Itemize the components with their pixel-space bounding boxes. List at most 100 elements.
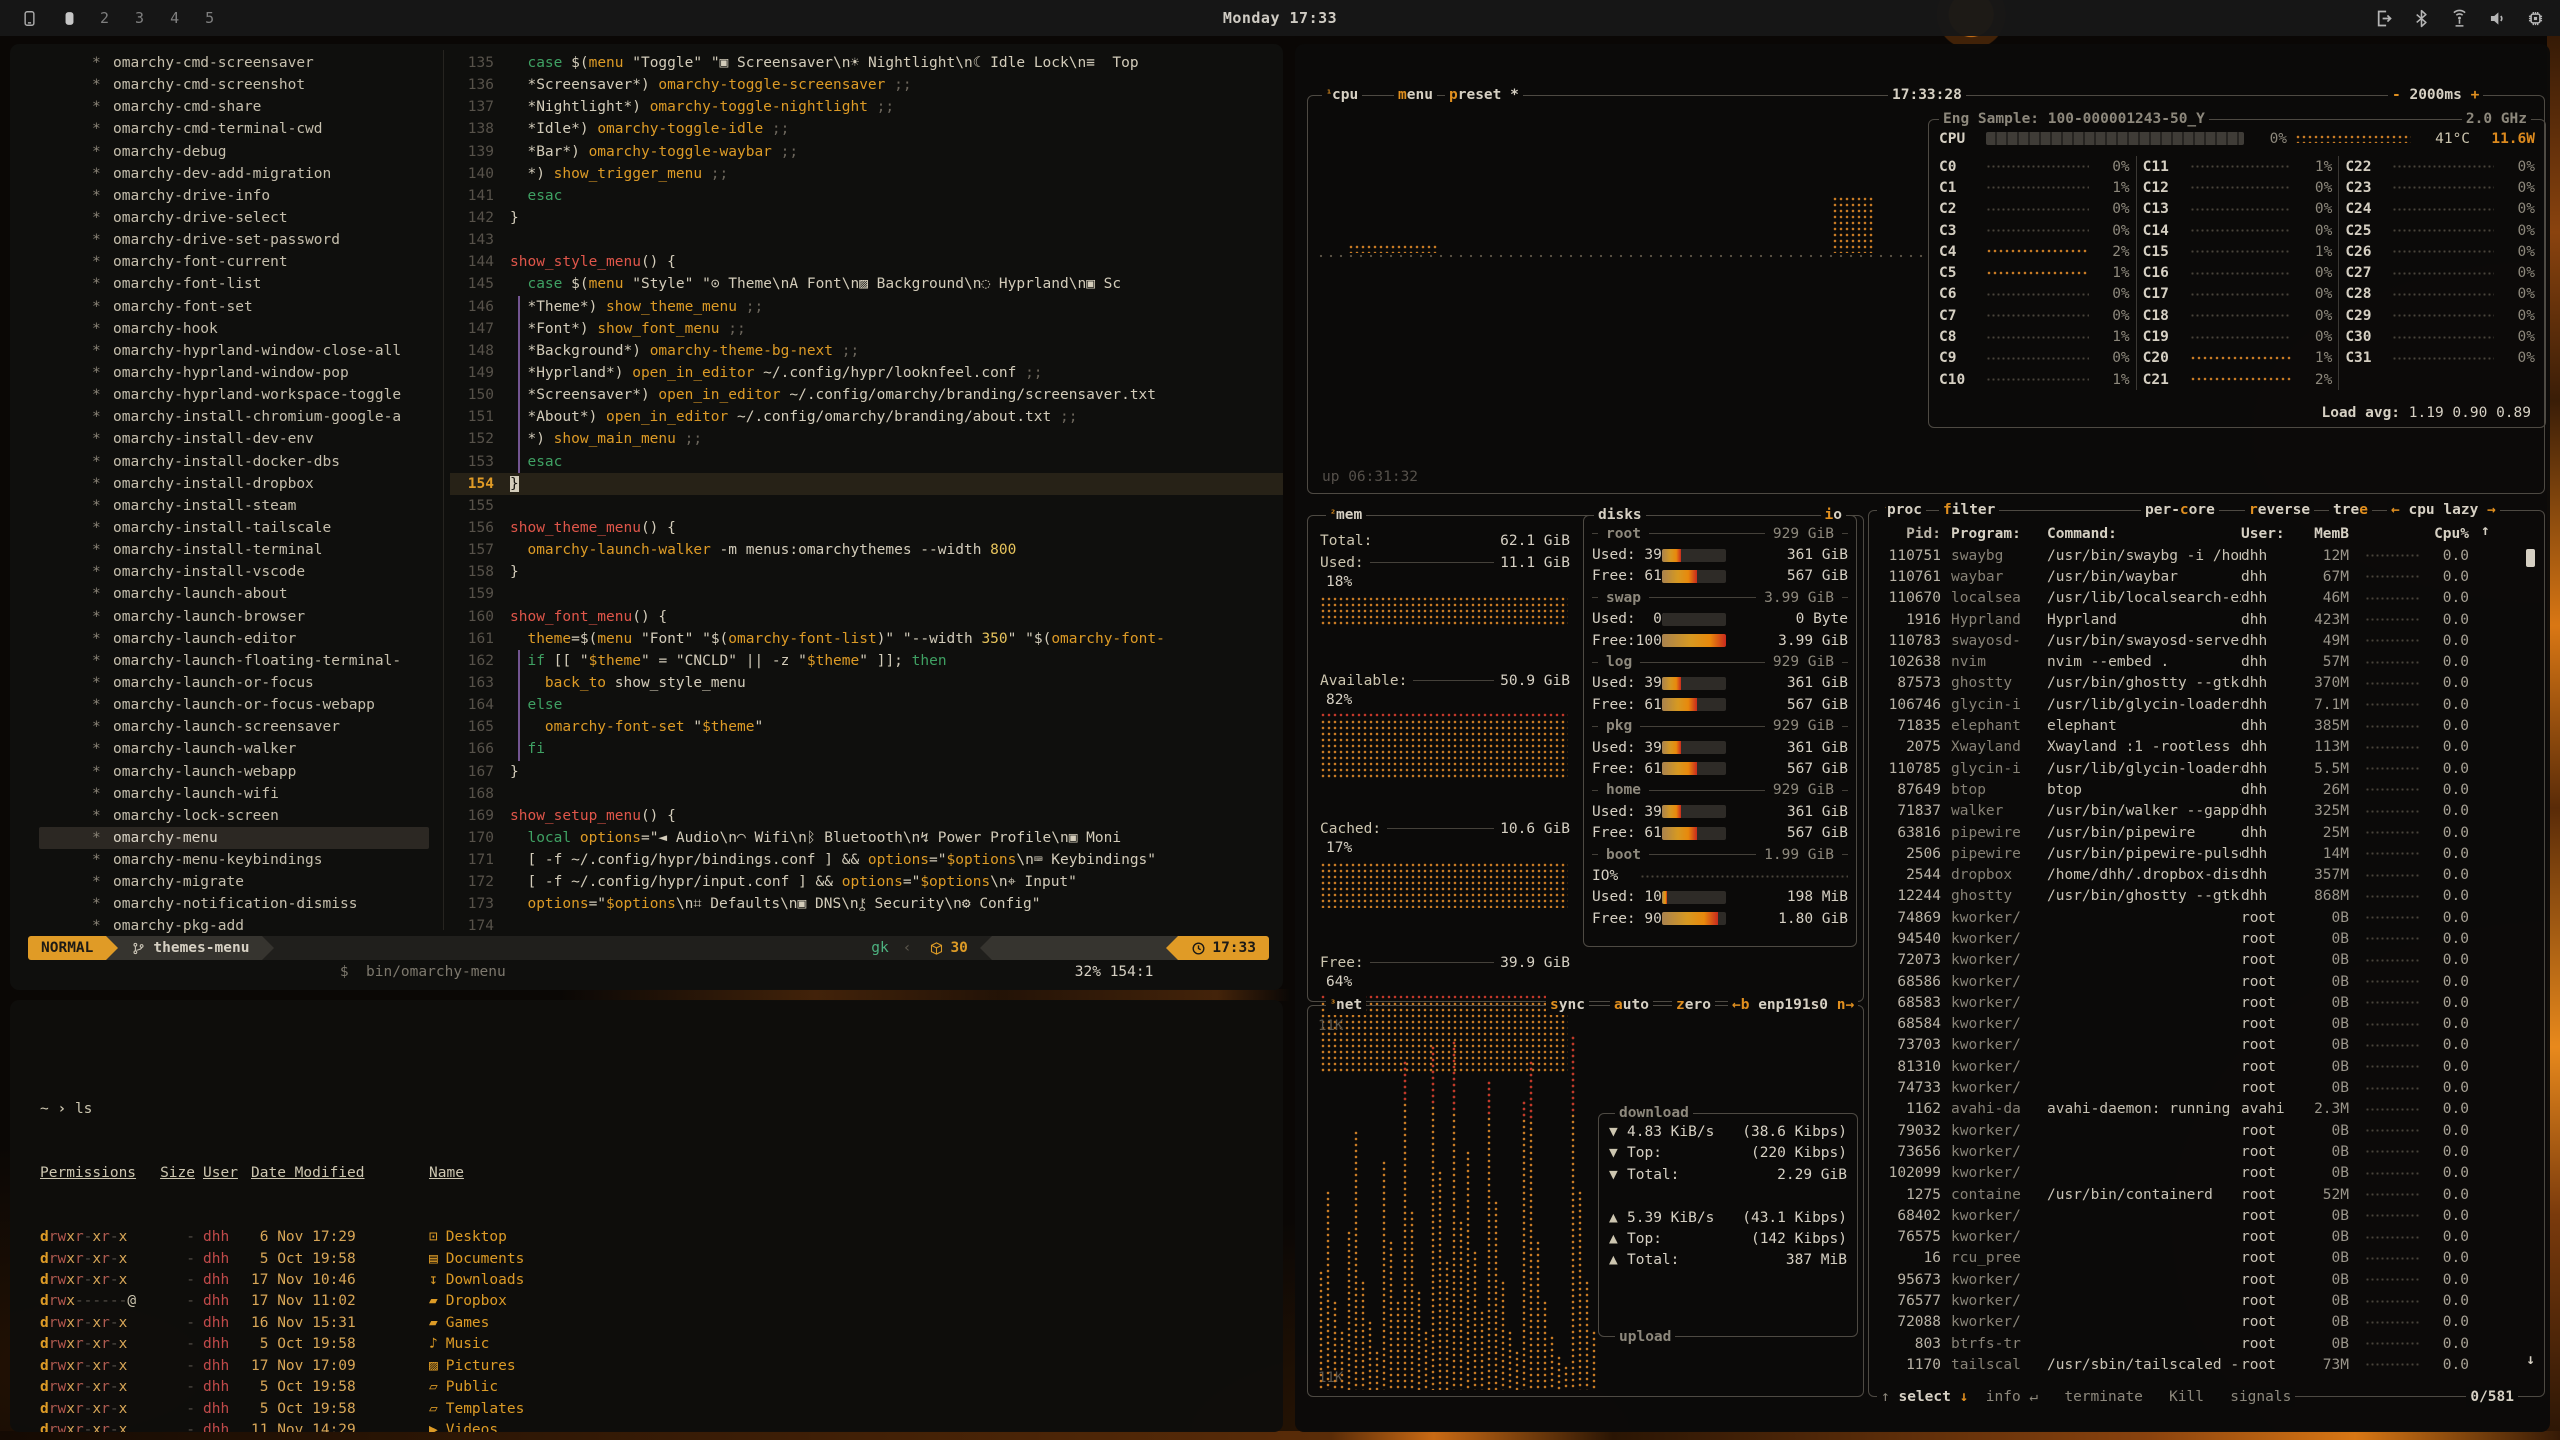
file-list-item[interactable]: *omarchy-dev-add-migration [39,163,429,185]
file-list-item[interactable]: *omarchy-notification-dismiss [39,893,429,915]
process-row[interactable]: 95673kworker/root0B0.0 [1869,1269,2544,1290]
file-list-item[interactable]: *omarchy-menu [39,827,429,849]
hotspot-icon[interactable] [2449,8,2470,29]
file-list-item[interactable]: *omarchy-launch-floating-terminal- [39,650,429,672]
process-row[interactable]: 2075XwaylandXwayland :1 -rootless -dhh11… [1869,737,2544,758]
file-list-item[interactable]: *omarchy-menu-keybindings [39,849,429,871]
disks-box-title[interactable]: disks [1594,505,1646,525]
file-list-item[interactable]: *omarchy-migrate [39,871,429,893]
process-row[interactable]: 94540kworker/root0B0.0 [1869,928,2544,949]
file-list-item[interactable]: *omarchy-hyprland-workspace-toggle [39,384,429,406]
file-list-item[interactable]: *omarchy-launch-browser [39,606,429,628]
logout-icon[interactable] [2373,8,2394,29]
process-row[interactable]: 1275containe/usr/bin/containerdroot52M0.… [1869,1184,2544,1205]
process-row[interactable]: 110783swayosd-/usr/bin/swayosd-serverdhh… [1869,630,2544,651]
proc-sort-selector[interactable]: ← cpu lazy → [2387,500,2500,520]
process-row[interactable]: 63816pipewire/usr/bin/pipewiredhh25M0.0 [1869,822,2544,843]
file-list-item[interactable]: *omarchy-font-set [39,296,429,318]
preset-button[interactable]: preset * [1445,85,1523,105]
file-list-item[interactable]: *omarchy-install-vscode [39,561,429,583]
process-row[interactable]: 74733kworker/root0B0.0 [1869,1077,2544,1098]
file-list-item[interactable]: *omarchy-font-current [39,251,429,273]
process-row[interactable]: 1170tailscal/usr/sbin/tailscaled --root7… [1869,1354,2544,1375]
process-row[interactable]: 1916HyprlandHyprlanddhh423M0.0 [1869,609,2544,630]
proc-reverse-toggle[interactable]: reverse [2245,500,2314,520]
file-list-item[interactable]: *omarchy-install-docker-dbs [39,451,429,473]
file-list-item[interactable]: *omarchy-launch-wifi [39,783,429,805]
proc-scrollbar-thumb[interactable] [2526,549,2535,567]
process-row[interactable]: 110670localsea/usr/lib/localsearch-exdhh… [1869,588,2544,609]
process-row[interactable]: 79032kworker/root0B0.0 [1869,1120,2544,1141]
process-row[interactable]: 2506pipewire/usr/bin/pipewire-pulsedhh14… [1869,843,2544,864]
file-list-item[interactable]: *omarchy-cmd-share [39,96,429,118]
proc-actions[interactable]: ↑ select ↓ info ↵ terminate Kill signals [1877,1387,2295,1407]
net-zero-toggle[interactable]: zero [1672,995,1715,1015]
process-row[interactable]: 110751swaybg/usr/bin/swaybg -i /homdhh12… [1869,545,2544,566]
volume-icon[interactable] [2487,8,2508,29]
process-row[interactable]: 12244ghostty/usr/bin/ghostty --gtk-dhh86… [1869,886,2544,907]
process-row[interactable]: 16rcu_preeroot0B0.0 [1869,1248,2544,1269]
file-list-item[interactable]: *omarchy-hook [39,318,429,340]
file-list-item[interactable]: *omarchy-install-steam [39,495,429,517]
file-list-item[interactable]: *omarchy-lock-screen [39,805,429,827]
process-row[interactable]: 72073kworker/root0B0.0 [1869,950,2544,971]
process-row[interactable]: 73703kworker/root0B0.0 [1869,1035,2544,1056]
net-auto-toggle[interactable]: auto [1610,995,1653,1015]
file-list-item[interactable]: *omarchy-install-tailscale [39,517,429,539]
process-row[interactable]: 71837walker/usr/bin/walker --gappldhh325… [1869,801,2544,822]
file-list-item[interactable]: *omarchy-font-list [39,273,429,295]
process-row[interactable]: 87649btopbtopdhh26M0.0 [1869,779,2544,800]
file-list-item[interactable]: *omarchy-install-terminal [39,539,429,561]
process-row[interactable]: 74869kworker/root0B0.0 [1869,907,2544,928]
proc-filter-button[interactable]: filter [1939,500,1999,520]
file-list-item[interactable]: *omarchy-launch-or-focus-webapp [39,694,429,716]
file-list-item[interactable]: *omarchy-debug [39,141,429,163]
file-list-item[interactable]: *omarchy-install-dev-env [39,428,429,450]
update-interval-control[interactable]: - 2000ms + [2388,85,2483,105]
file-list-item[interactable]: *omarchy-cmd-screenshot [39,74,429,96]
file-list-item[interactable]: *omarchy-drive-info [39,185,429,207]
code-editor[interactable]: 135 case $(menu "Toggle" "▣ Screensaver\… [450,52,1283,938]
process-row[interactable]: 76577kworker/root0B0.0 [1869,1290,2544,1311]
proc-tree-toggle[interactable]: tree [2329,500,2372,520]
file-list-item[interactable]: *omarchy-drive-select [39,207,429,229]
file-list-item[interactable]: *omarchy-drive-set-password [39,229,429,251]
terminal-window[interactable]: ~ › ls PermissionsSizeUserDate ModifiedN… [10,1000,1283,1432]
proc-per-core-toggle[interactable]: per-core [2141,500,2219,520]
net-box-title[interactable]: ³net [1326,995,1366,1015]
file-list-item[interactable]: *omarchy-install-chromium-google-a [39,406,429,428]
process-row[interactable]: 110785glycin-i/usr/lib/glycin-loadersdhh… [1869,758,2544,779]
process-row[interactable]: 68583kworker/root0B0.0 [1869,992,2544,1013]
process-row[interactable]: 1162avahi-daavahi-daemon: running [avahi… [1869,1099,2544,1120]
process-row[interactable]: 68584kworker/root0B0.0 [1869,1014,2544,1035]
net-interface-switcher[interactable]: ←b enp191s0 n→ [1728,995,1858,1015]
process-row[interactable]: 102638nvimnvim --embed .dhh57M0.0 [1869,651,2544,672]
process-row[interactable]: 81310kworker/root0B0.0 [1869,1056,2544,1077]
process-row[interactable]: 106746glycin-i/usr/lib/glycin-loadersdhh… [1869,694,2544,715]
file-list-item[interactable]: *omarchy-launch-about [39,583,429,605]
process-row[interactable]: 2544dropbox/home/dhh/.dropbox-distdhh357… [1869,864,2544,885]
process-row[interactable]: 68402kworker/root0B0.0 [1869,1205,2544,1226]
file-list-item[interactable]: *omarchy-install-dropbox [39,473,429,495]
net-sync-toggle[interactable]: sync [1546,995,1589,1015]
process-row[interactable]: 73656kworker/root0B0.0 [1869,1141,2544,1162]
scroll-down-indicator[interactable]: ↓ [2526,1352,2535,1368]
process-row[interactable]: 76575kworker/root0B0.0 [1869,1227,2544,1248]
process-row[interactable]: 110761waybar/usr/bin/waybardhh67M0.0 [1869,566,2544,587]
file-list-item[interactable]: *omarchy-launch-or-focus [39,672,429,694]
file-list-item[interactable]: *omarchy-pkg-add [39,915,429,937]
file-list-item[interactable]: *omarchy-launch-webapp [39,761,429,783]
file-list-item[interactable]: *omarchy-cmd-screensaver [39,52,429,74]
file-list-item[interactable]: *omarchy-launch-screensaver [39,716,429,738]
cpu-box-title[interactable]: ¹cpu [1322,85,1362,105]
file-list-item[interactable]: *omarchy-launch-walker [39,738,429,760]
file-list-item[interactable]: *omarchy-hyprland-window-close-all [39,340,429,362]
file-list-item[interactable]: *omarchy-launch-editor [39,628,429,650]
menu-button[interactable]: menu [1394,85,1437,105]
io-mode-toggle[interactable]: io [1821,505,1846,525]
process-row[interactable]: 71835elephantelephantdhh385M0.0 [1869,715,2544,736]
process-row[interactable]: 72088kworker/root0B0.0 [1869,1312,2544,1333]
process-row[interactable]: 803btrfs-trroot0B0.0 [1869,1333,2544,1354]
file-list-item[interactable]: *omarchy-cmd-terminal-cwd [39,118,429,140]
chip-icon[interactable] [2525,8,2546,29]
